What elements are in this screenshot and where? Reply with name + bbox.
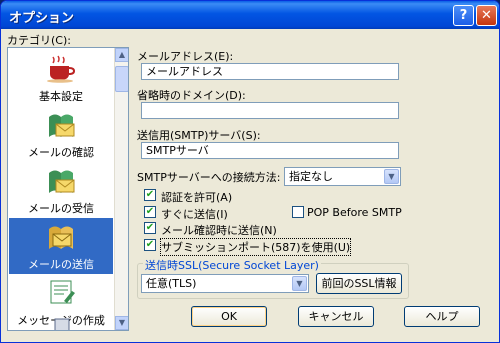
send-on-check-label: メール確認時に送信(N) xyxy=(161,224,277,237)
auth-checkbox-label: 認証を許可(A) xyxy=(161,191,233,204)
category-scrollbar[interactable]: ▲ ▼ xyxy=(114,48,128,330)
category-item-mail-send[interactable]: メールの送信 xyxy=(9,218,113,274)
email-label: メールアドレス(E): xyxy=(137,50,234,63)
scroll-down-icon[interactable]: ▼ xyxy=(115,316,128,330)
window-title: オプション xyxy=(9,11,75,26)
email-field[interactable]: メールアドレス xyxy=(141,63,399,80)
category-label-mail-check: メールの確認 xyxy=(28,146,94,159)
ssl-select[interactable]: 任意(TLS) ▼ xyxy=(141,274,309,293)
send-on-check-checkbox[interactable]: ✔ xyxy=(144,222,156,234)
mail-receive-icon xyxy=(49,170,75,193)
send-immediately-label: すぐに送信(I) xyxy=(161,208,228,221)
category-item-mail-check[interactable]: メールの確認 xyxy=(9,106,113,162)
compose-message-icon xyxy=(50,280,75,304)
category-label-basic: 基本設定 xyxy=(39,90,83,103)
smtp-server-label: 送信用(SMTP)サーバ(S): xyxy=(137,129,261,142)
auth-method-label: SMTPサーバーへの接続方法: xyxy=(137,171,281,184)
auth-method-select[interactable]: 指定なし ▼ xyxy=(284,167,401,186)
document-icon xyxy=(54,318,70,330)
category-label: カテゴリ(C): xyxy=(7,34,71,47)
title-bar: オプション ? ✕ xyxy=(1,1,499,29)
category-label-mail-send: メールの送信 xyxy=(28,258,94,271)
pop-before-smtp-checkbox[interactable] xyxy=(292,206,304,218)
options-dialog: オプション ? ✕ カテゴリ(C): 基本設定 メールの確認 メールの受信 メー… xyxy=(0,0,500,343)
ok-button[interactable]: OK xyxy=(191,306,267,327)
cancel-button[interactable]: キャンセル xyxy=(298,306,374,327)
category-label-mail-receive: メールの受信 xyxy=(28,202,94,215)
coffee-cup-icon xyxy=(47,55,76,83)
send-immediately-checkbox[interactable]: ✔ xyxy=(144,206,156,218)
close-button[interactable]: ✕ xyxy=(476,5,497,26)
category-item-basic[interactable]: 基本設定 xyxy=(9,50,113,106)
domain-field[interactable] xyxy=(141,102,399,119)
mail-send-icon xyxy=(49,226,73,249)
chevron-down-icon: ▼ xyxy=(292,276,307,291)
pop-before-smtp-label: POP Before SMTP xyxy=(307,206,402,219)
help-button[interactable]: ヘルプ xyxy=(404,306,480,327)
category-item-partial[interactable] xyxy=(9,318,113,330)
ssl-value: 任意(TLS) xyxy=(146,277,197,290)
category-item-mail-receive[interactable]: メールの受信 xyxy=(9,162,113,218)
smtp-server-field[interactable]: SMTPサーバ xyxy=(141,142,399,159)
mail-check-icon xyxy=(49,114,75,137)
submission-port-label: サブミッションポート(587)を使用(U) xyxy=(159,238,352,256)
domain-label: 省略時のドメイン(D): xyxy=(137,89,246,102)
chevron-down-icon: ▼ xyxy=(384,169,399,184)
auth-method-value: 指定なし xyxy=(289,170,333,183)
help-title-button[interactable]: ? xyxy=(453,5,474,26)
auth-checkbox[interactable]: ✔ xyxy=(144,189,156,201)
category-list[interactable]: 基本設定 メールの確認 メールの受信 メールの送信 ▲ ▼ xyxy=(7,47,129,331)
ssl-info-button[interactable]: 前回のSSL情報 xyxy=(316,273,402,294)
ssl-group-title: 送信時SSL(Secure Socket Layer) xyxy=(143,257,321,273)
scroll-up-icon[interactable]: ▲ xyxy=(115,48,128,62)
scroll-thumb[interactable] xyxy=(115,66,128,92)
submission-port-checkbox[interactable]: ✔ xyxy=(144,239,156,251)
